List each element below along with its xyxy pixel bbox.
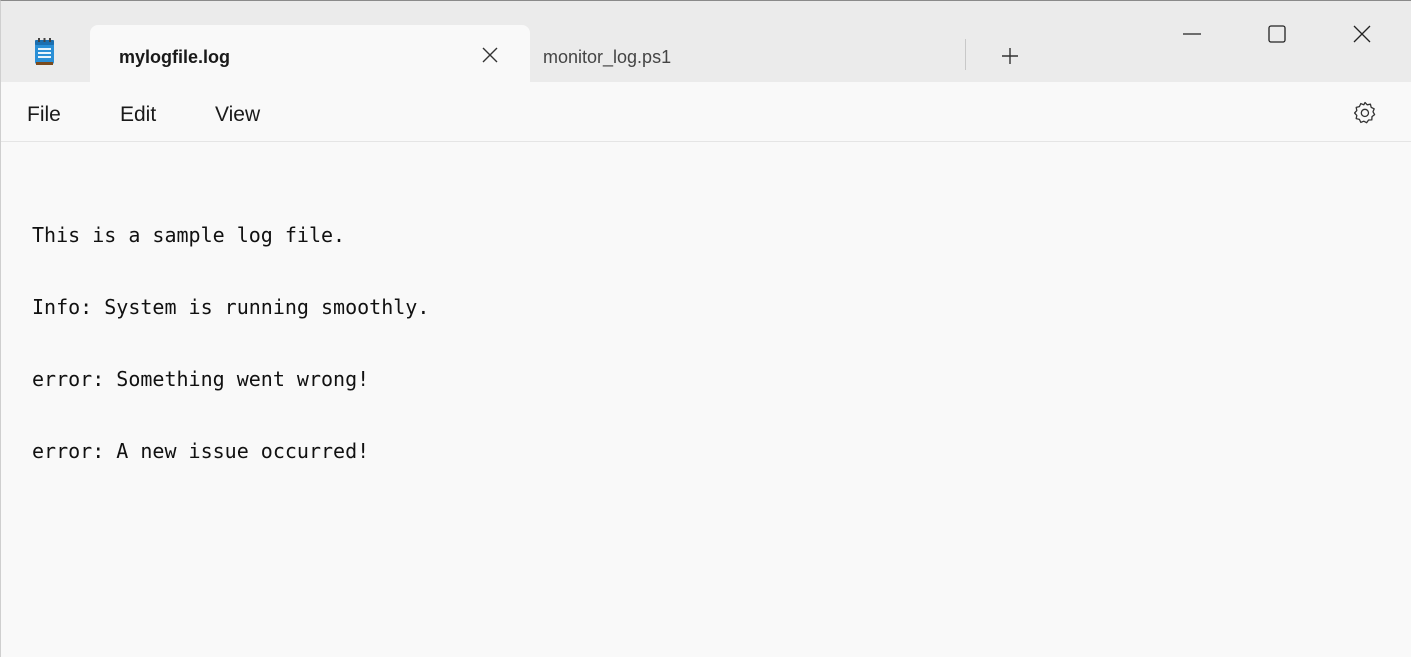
menu-edit[interactable]: Edit xyxy=(120,103,156,127)
tab-monitor-log[interactable]: monitor_log.ps1 xyxy=(530,25,970,82)
tab-divider xyxy=(965,39,966,70)
tab-label: monitor_log.ps1 xyxy=(543,47,672,67)
text-line: This is a sample log file. xyxy=(32,223,346,247)
plus-icon[interactable] xyxy=(998,44,1022,68)
menu-file[interactable]: File xyxy=(27,103,61,127)
text-line: Info: System is running smoothly. xyxy=(32,295,430,319)
menu-bar: File Edit View xyxy=(1,82,1411,142)
close-icon[interactable] xyxy=(478,43,502,67)
maximize-icon[interactable] xyxy=(1266,23,1288,45)
gear-icon[interactable] xyxy=(1352,100,1378,126)
title-bar: mylogfile.log monitor_log.ps1 xyxy=(1,1,1411,82)
text-line: error: Something went wrong! xyxy=(32,367,370,391)
text-editor[interactable]: This is a sample log file. Info: System … xyxy=(1,142,1411,657)
tab-mylogfile[interactable]: mylogfile.log xyxy=(90,25,530,82)
editor-content[interactable]: This is a sample log file. Info: System … xyxy=(32,175,429,511)
notepad-window: mylogfile.log monitor_log.ps1 File Edit … xyxy=(0,0,1411,657)
menu-view[interactable]: View xyxy=(215,103,260,127)
minimize-icon[interactable] xyxy=(1181,23,1203,45)
close-icon[interactable] xyxy=(1351,23,1373,45)
text-line: error: A new issue occurred! xyxy=(32,439,370,463)
tab-label: mylogfile.log xyxy=(119,47,231,67)
notepad-icon xyxy=(35,38,54,65)
